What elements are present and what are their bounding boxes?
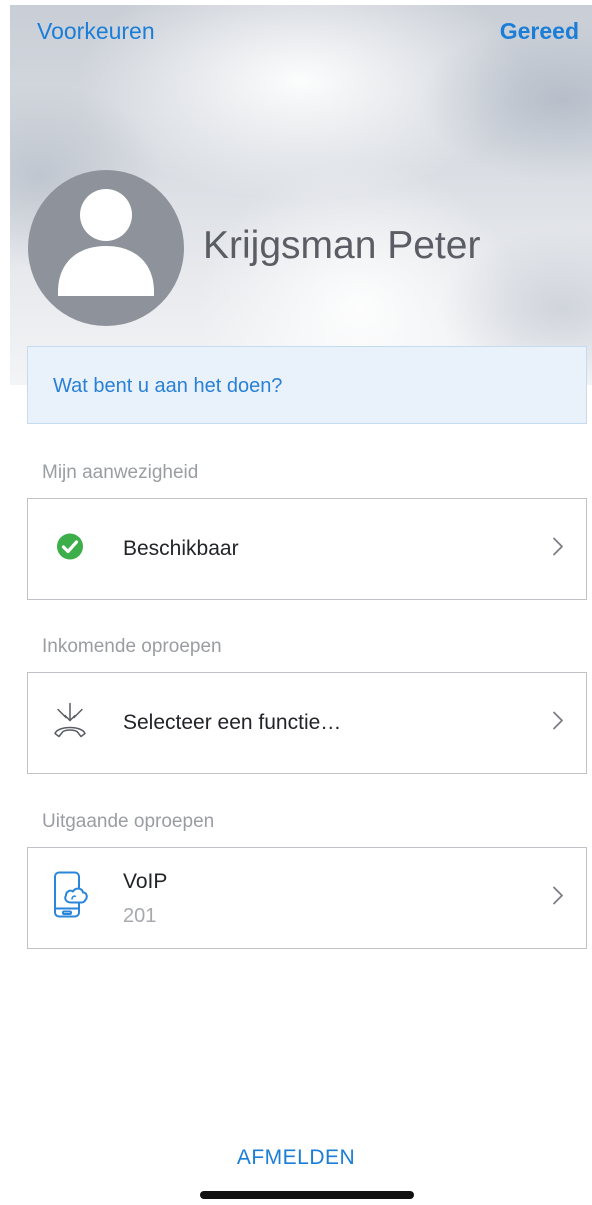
presence-row[interactable]: Beschikbaar xyxy=(27,498,587,600)
status-message-input[interactable]: Wat bent u aan het doen? xyxy=(27,346,587,424)
logout-button[interactable]: AFMELDEN xyxy=(0,1144,592,1172)
incoming-calls-row[interactable]: Selecteer een functie… xyxy=(27,672,587,774)
outgoing-calls-row[interactable]: VoIP 201 xyxy=(27,847,587,949)
status-message-placeholder: Wat bent u aan het doen? xyxy=(53,375,283,397)
incoming-call-icon xyxy=(52,702,88,745)
profile-name: Krijgsman Peter xyxy=(203,224,481,267)
chevron-right-icon xyxy=(552,711,564,736)
available-check-icon xyxy=(56,533,84,566)
incoming-calls-value: Selecteer een functie… xyxy=(123,711,342,734)
presence-value: Beschikbaar xyxy=(123,537,239,560)
outgoing-section-label: Uitgaande oproepen xyxy=(42,811,215,832)
outgoing-calls-value: VoIP xyxy=(123,870,168,893)
outgoing-extension: 201 xyxy=(123,905,157,927)
done-button[interactable]: Gereed xyxy=(500,16,579,46)
home-indicator[interactable] xyxy=(200,1191,414,1199)
chevron-right-icon xyxy=(552,537,564,562)
voip-phone-icon xyxy=(52,869,90,928)
incoming-section-label: Inkomende oproepen xyxy=(42,636,222,657)
presence-section-label: Mijn aanwezigheid xyxy=(42,462,199,483)
avatar[interactable] xyxy=(28,170,184,326)
preferences-screen: Voorkeuren Gereed Krijgsman Peter Wat be… xyxy=(0,0,592,1205)
chevron-right-icon xyxy=(552,886,564,911)
preferences-back-button[interactable]: Voorkeuren xyxy=(37,16,155,46)
person-placeholder-icon xyxy=(58,189,154,296)
